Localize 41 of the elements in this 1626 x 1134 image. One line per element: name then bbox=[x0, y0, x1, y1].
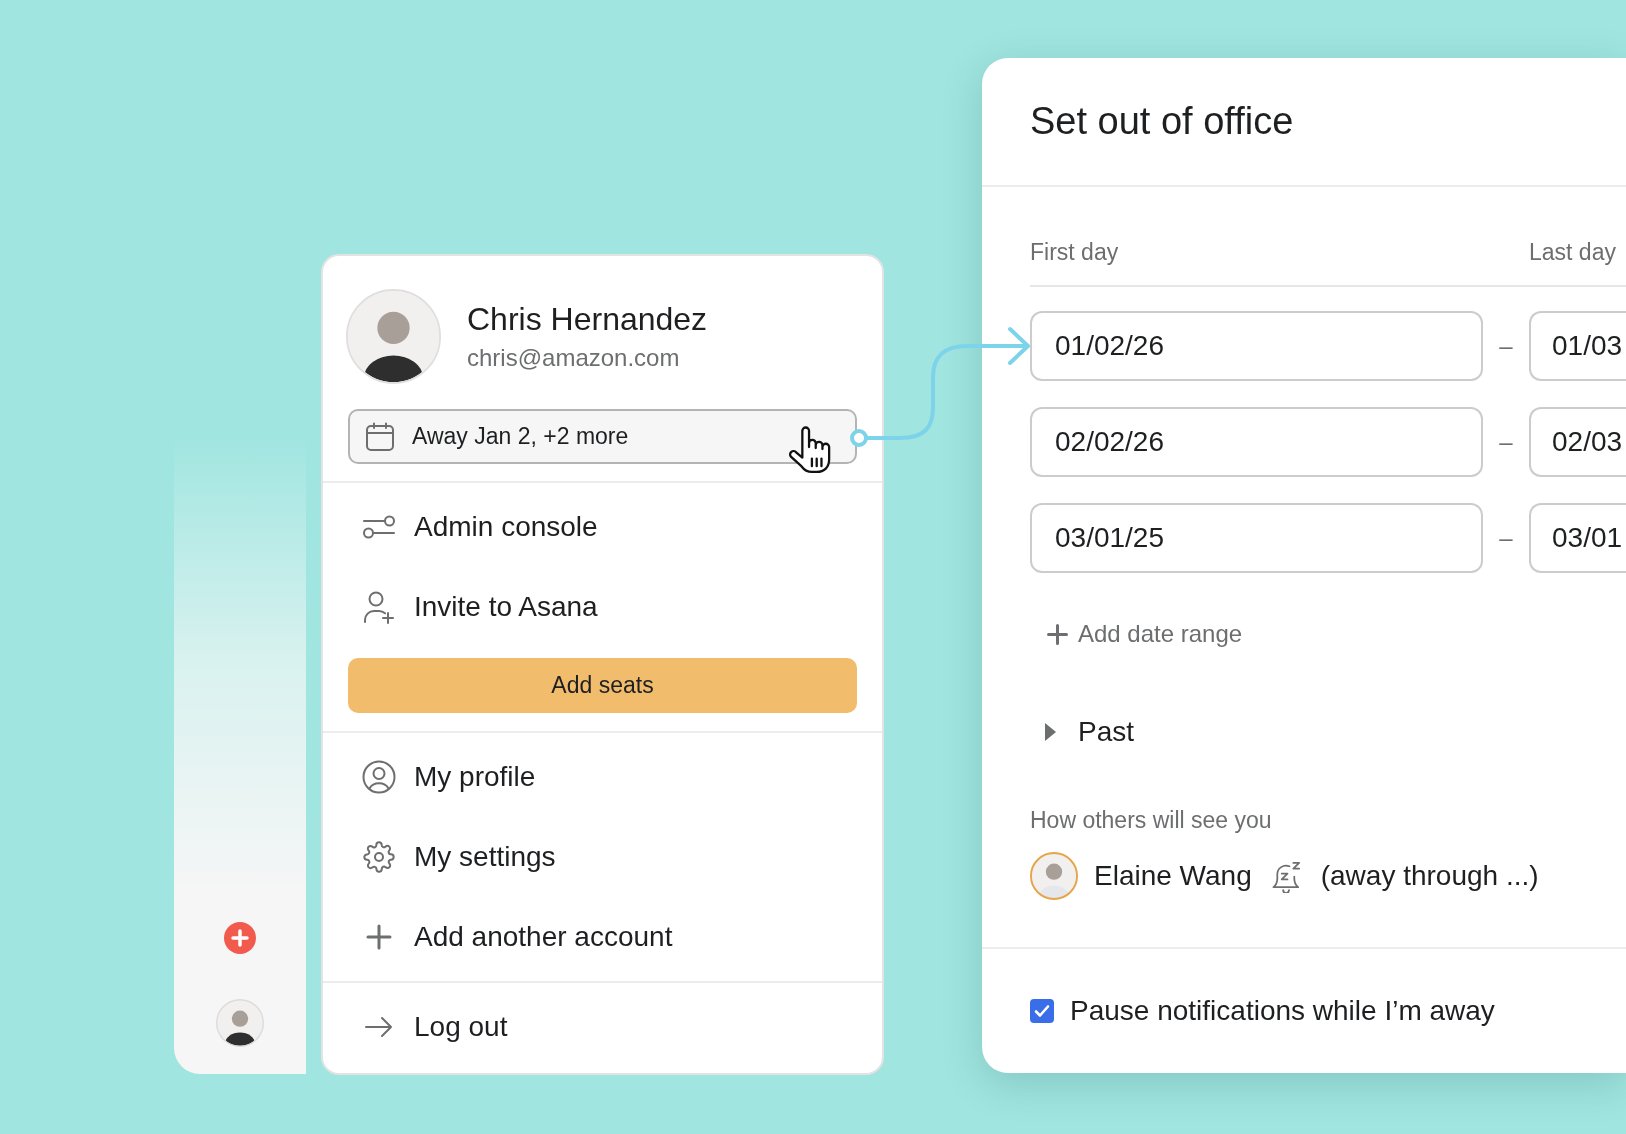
date-field[interactable]: 01/03 bbox=[1529, 311, 1626, 381]
menu-item[interactable]: Admin console bbox=[323, 487, 882, 567]
add-icon[interactable] bbox=[224, 922, 256, 954]
plus-icon bbox=[366, 924, 392, 950]
dialog-title: Set out of office bbox=[1030, 98, 1294, 144]
add-date-range-button[interactable]: Add date range bbox=[1030, 614, 1243, 654]
status-button[interactable]: Away Jan 2, +2 more bbox=[348, 409, 857, 464]
menu-item[interactable]: Log out bbox=[323, 987, 882, 1067]
date-field[interactable]: 01/02/26 bbox=[1030, 311, 1483, 381]
status-text: (away through ...) bbox=[1320, 859, 1539, 893]
column-header: Last day bbox=[1529, 238, 1617, 267]
sliders-icon bbox=[362, 514, 396, 540]
user-avatar[interactable] bbox=[216, 999, 264, 1047]
menu-item[interactable]: Invite to Asana bbox=[323, 567, 882, 647]
date-field[interactable]: 03/01 bbox=[1529, 503, 1626, 573]
arrow-right-icon bbox=[364, 1015, 394, 1039]
person-add-icon bbox=[363, 590, 395, 624]
date-separator: – bbox=[1499, 430, 1513, 454]
date-field[interactable]: 02/02/26 bbox=[1030, 407, 1483, 477]
column-header: First day bbox=[1030, 238, 1120, 267]
plus-icon bbox=[1047, 623, 1068, 645]
user-name: Elaine Wang bbox=[1094, 859, 1252, 893]
preview-heading: How others will see you bbox=[1030, 806, 1273, 835]
settings-icon bbox=[363, 841, 395, 873]
menu-item[interactable]: My settings bbox=[323, 817, 882, 897]
user-name: Chris Hernandez bbox=[467, 299, 708, 339]
calendar-icon bbox=[365, 421, 395, 452]
user-avatar bbox=[1030, 852, 1078, 900]
date-separator: – bbox=[1499, 334, 1513, 358]
menu-item[interactable]: Add another account bbox=[323, 897, 882, 977]
hand-cursor-icon bbox=[788, 424, 832, 474]
date-field[interactable]: 03/01/25 bbox=[1030, 503, 1483, 573]
user-email: chris@amazon.com bbox=[467, 344, 681, 374]
add-seats-button[interactable]: Add seats bbox=[348, 658, 857, 713]
checkbox[interactable] bbox=[1030, 999, 1054, 1023]
menu-item[interactable]: My profile bbox=[323, 737, 882, 817]
date-field[interactable]: 02/03 bbox=[1529, 407, 1626, 477]
profile-icon bbox=[362, 760, 396, 794]
date-separator: – bbox=[1499, 526, 1513, 550]
checkbox-label: Pause notifications while I’m away bbox=[1070, 994, 1495, 1028]
past-toggle[interactable]: Past bbox=[1030, 712, 1135, 752]
